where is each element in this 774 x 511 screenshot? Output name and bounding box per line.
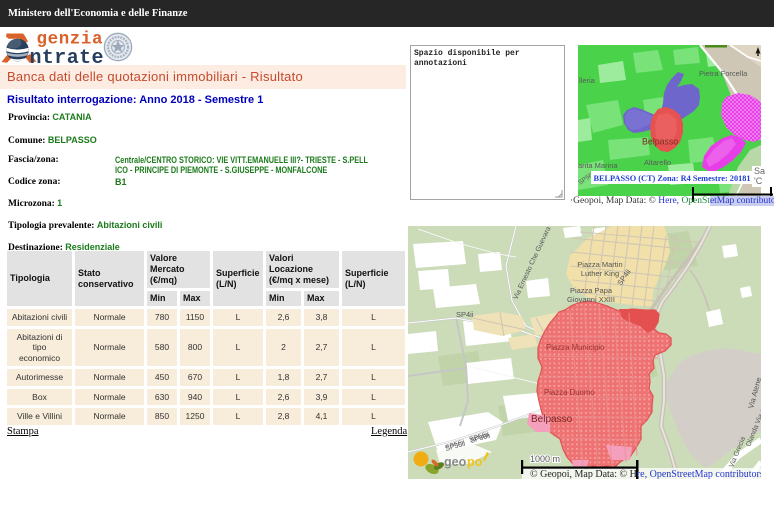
svg-text:Belpasso: Belpasso [531,414,573,425]
svg-text:Luther King: Luther King [581,269,619,278]
svg-text:Piazza Martin: Piazza Martin [577,260,622,269]
svg-text:Piazza Municipio: Piazza Municipio [546,343,605,352]
svg-text:Altarello: Altarello [644,158,671,167]
svg-text:geo: geo [444,455,467,469]
svg-text:SP4ii: SP4ii [456,310,474,319]
svg-text:BELPASSO (CT) Zona: R4 Semestr: BELPASSO (CT) Zona: R4 Semestre: 20181 [593,174,750,183]
svg-text:po: po [467,455,483,469]
svg-text:anta Marina: anta Marina [578,161,618,170]
svg-text:Giovanni XXIII: Giovanni XXIII [567,295,615,304]
svg-text:lleria: lleria [579,76,596,85]
svg-text:ntrate: ntrate [30,47,104,65]
svg-text:1000 m: 1000 m [530,454,560,464]
svg-text:Piazza Papa: Piazza Papa [570,286,613,295]
svg-text:Piazza Duomo: Piazza Duomo [544,388,595,397]
svg-text:Belpasso: Belpasso [642,137,678,147]
svg-text:© Geopoi, Map Data: © Hre, Ope: © Geopoi, Map Data: © Hre, OpenStreetMap… [530,469,761,479]
svg-text:Pietra Forcella: Pietra Forcella [699,69,748,78]
